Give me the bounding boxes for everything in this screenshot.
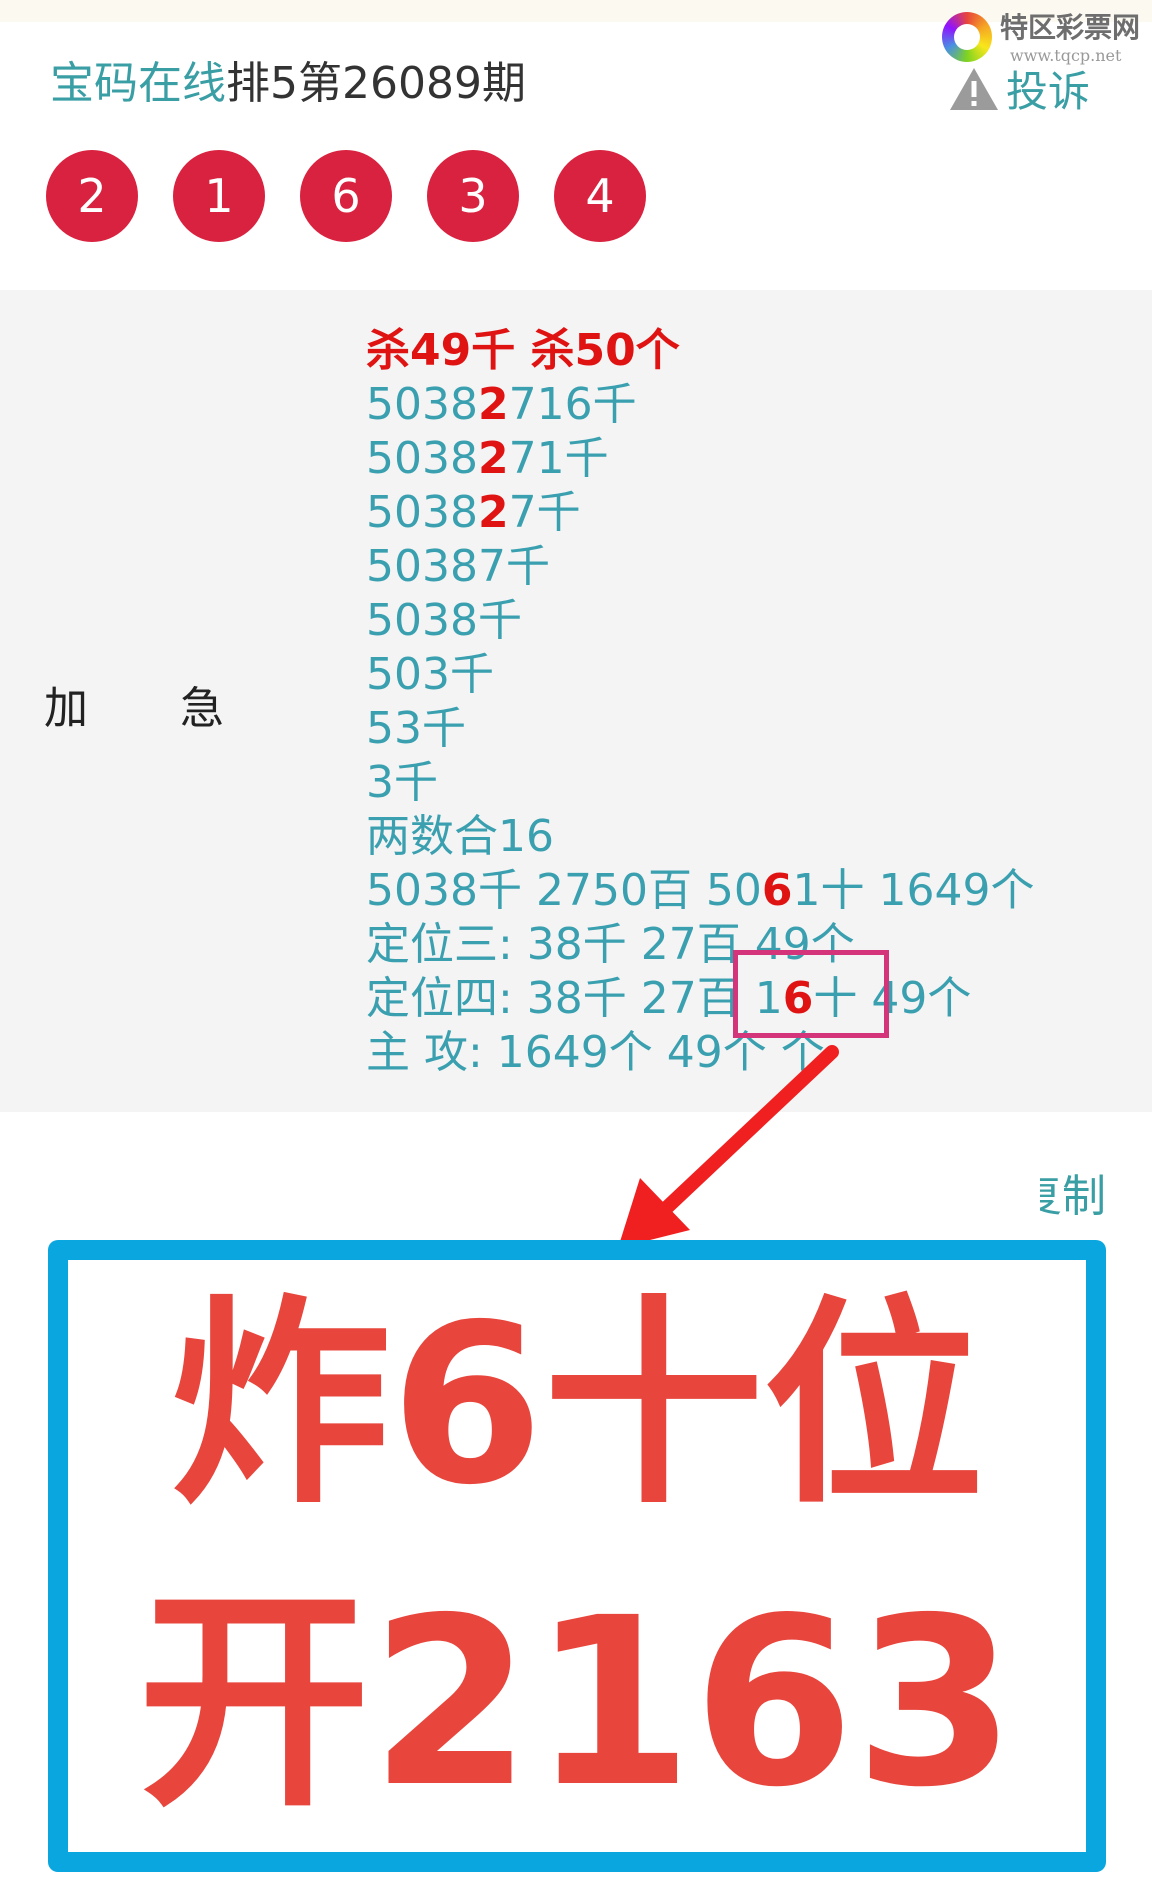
highlight-box bbox=[733, 950, 889, 1038]
prediction-line: 50387千 bbox=[366, 540, 1035, 594]
draw-ball: 1 bbox=[173, 150, 265, 242]
line-text: 两数合16 bbox=[366, 811, 554, 862]
kill-line: 杀49千 杀50个 bbox=[366, 324, 1035, 378]
line-text: 1十 1649个 bbox=[792, 865, 1035, 916]
prediction-line: 3千 bbox=[366, 756, 1035, 810]
highlight-digit: 2 bbox=[477, 433, 509, 484]
site-name[interactable]: 宝码在线 bbox=[50, 58, 226, 109]
section-label-char: 加 bbox=[44, 683, 88, 734]
complaint-label: 投诉 bbox=[1006, 67, 1091, 116]
draw-numbers: 21634 bbox=[46, 150, 681, 242]
warning-triangle-icon bbox=[948, 66, 1000, 112]
line-text: 716千 bbox=[508, 379, 637, 430]
draw-ball: 2 bbox=[46, 150, 138, 242]
line-text: 50387千 bbox=[366, 541, 550, 592]
line-text: 53千 bbox=[366, 703, 466, 754]
prediction-line: 503千 bbox=[366, 648, 1035, 702]
copy-button[interactable]: 复制 bbox=[1040, 1160, 1106, 1224]
line-text: 5038 bbox=[366, 433, 478, 484]
prediction-line: 定位三: 38千 27百 49个 bbox=[366, 918, 1035, 972]
line-text: 503千 bbox=[366, 649, 494, 700]
prediction-line: 5038271千 bbox=[366, 432, 1035, 486]
line-text: 5038千 2750百 50 bbox=[366, 865, 762, 916]
page-title: 宝码在线排5第26089期 bbox=[50, 56, 526, 112]
result-banner: 炸6十位 开2163 bbox=[48, 1240, 1106, 1872]
complaint-button[interactable]: 投诉 bbox=[948, 58, 1090, 119]
highlight-digit: 2 bbox=[477, 487, 509, 538]
line-text: 5038 bbox=[366, 487, 478, 538]
line-text: 杀49千 杀50个 bbox=[366, 325, 680, 376]
prediction-line: 5038千 bbox=[366, 594, 1035, 648]
line-text: 71千 bbox=[508, 433, 609, 484]
prediction-line: 两数合16 bbox=[366, 810, 1035, 864]
line-text: 3千 bbox=[366, 757, 438, 808]
prediction-lines: 杀49千 杀50个 50382716千 5038271千 503827千 50387千 5… bbox=[366, 324, 1035, 1080]
banner-line-1: 炸6十位 bbox=[170, 1277, 984, 1533]
highlight-digit: 6 bbox=[761, 865, 793, 916]
lottery-logo-icon bbox=[942, 12, 992, 62]
issue-title: 排5第26089期 bbox=[226, 58, 526, 109]
arrow-icon bbox=[618, 1045, 839, 1248]
line-text: 5038 bbox=[366, 379, 478, 430]
prediction-line: 50382716千 bbox=[366, 378, 1035, 432]
prediction-line: 503827千 bbox=[366, 486, 1035, 540]
section-label-char: 急 bbox=[180, 683, 224, 734]
prediction-line: 定位四: 38千 27百 16十 49个 bbox=[366, 972, 1035, 1026]
watermark-name: 特区彩票网 bbox=[1000, 11, 1141, 44]
highlight-digit: 2 bbox=[477, 379, 509, 430]
banner-line-2: 开2163 bbox=[138, 1568, 1016, 1838]
line-text: 7千 bbox=[508, 487, 581, 538]
line-text: 5038千 bbox=[366, 595, 522, 646]
draw-ball: 4 bbox=[554, 150, 646, 242]
draw-ball: 3 bbox=[427, 150, 519, 242]
prediction-line: 53千 bbox=[366, 702, 1035, 756]
section-label: 加急 bbox=[44, 672, 224, 736]
line-text: 定位四: 38千 27百 1 bbox=[366, 973, 783, 1024]
draw-ball: 6 bbox=[300, 150, 392, 242]
prediction-line: 5038千 2750百 5061十 1649个 bbox=[366, 864, 1035, 918]
